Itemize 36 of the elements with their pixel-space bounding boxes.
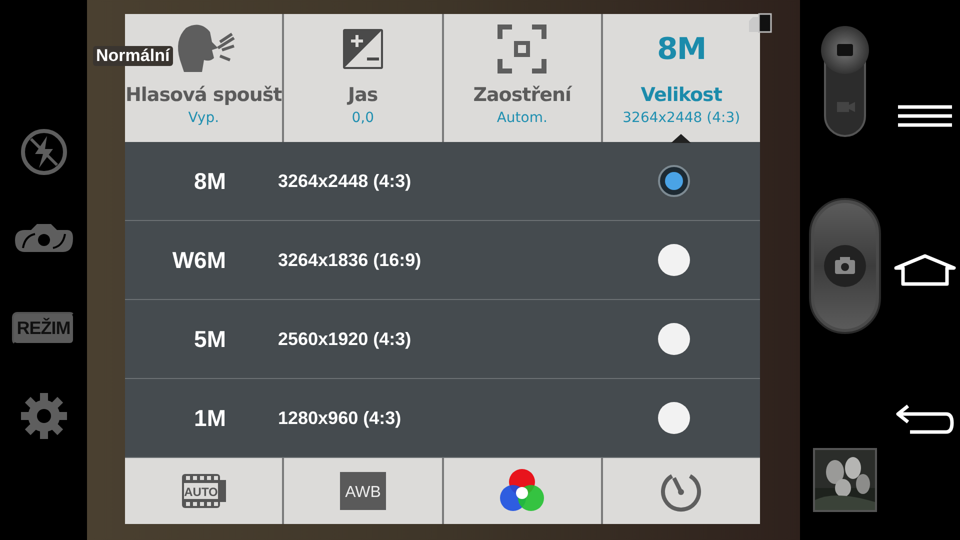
flash-off-icon[interactable] [18, 127, 68, 177]
size-label: 8M [657, 32, 706, 66]
back-icon[interactable] [894, 402, 956, 436]
home-icon[interactable] [893, 254, 957, 286]
tab-value: Vyp. [188, 110, 220, 126]
mode-label: Normální [93, 46, 173, 66]
resolution-text: 2560x1920 (4:3) [278, 328, 412, 350]
size-name: 8M [193, 168, 226, 194]
resolution-text: 1280x960 (4:3) [278, 408, 402, 428]
exposure-icon [340, 27, 385, 71]
radio-button[interactable] [658, 165, 690, 197]
storage-icon [747, 12, 773, 34]
tab-label: Hlasová spoušt [125, 84, 282, 106]
focus-frame-icon [496, 23, 548, 75]
size-name: 5M [193, 326, 226, 352]
mode-button[interactable]: REŽIM [12, 312, 76, 344]
resolution-text: 3264x2448 (4:3) [278, 170, 412, 192]
menu-icon[interactable] [898, 104, 952, 130]
tab-label: Jas [348, 84, 378, 106]
tab-value: 3264x2448 (4:3) [622, 110, 740, 126]
size-name: 1M [193, 404, 226, 432]
tab-label: Velikost [640, 84, 722, 106]
setting-tab[interactable]: Jas 0,0 [284, 14, 442, 142]
radio-button[interactable] [658, 244, 690, 276]
tab-value: Autom. [496, 110, 548, 126]
settings-icon[interactable] [18, 391, 68, 441]
size-name: W6M [171, 246, 226, 274]
setting-tab[interactable]: 8M Velikost 3264x2448 (4:3) [602, 14, 760, 142]
awb-icon[interactable]: AWB [340, 472, 386, 510]
setting-tab[interactable]: Zaostření Autom. [444, 14, 601, 142]
tab-label: Zaostření [473, 84, 572, 106]
radio-button[interactable] [658, 402, 690, 434]
radio-button[interactable] [658, 323, 690, 355]
camera-icon [823, 244, 867, 288]
resolution-text: 3264x1836 (16:9) [278, 250, 422, 270]
tab-value: 0,0 [352, 110, 374, 126]
